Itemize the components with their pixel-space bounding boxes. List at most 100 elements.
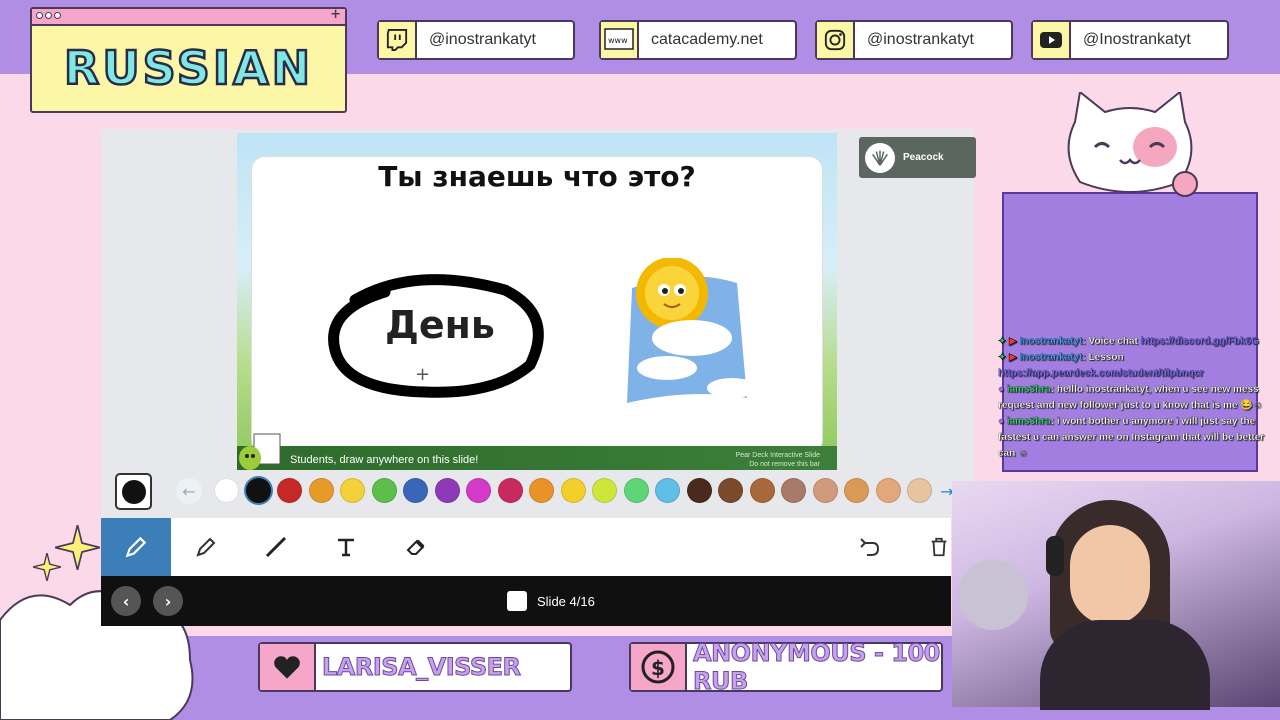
social-label: catacademy.net (651, 31, 763, 48)
social-website: www catacademy.net (599, 20, 797, 60)
instagram-icon (817, 22, 855, 58)
window-dot-icon (36, 12, 43, 19)
window-dot-icon (45, 12, 52, 19)
donation-text: ANONYMOUS - 100 RUB (693, 639, 941, 696)
website-icon: www (601, 22, 639, 58)
chat-message-continued: fastest u can answer me on Instagram tha… (998, 432, 1265, 443)
color-swatch[interactable] (371, 478, 397, 503)
stream-title: RUSSIAN (63, 40, 314, 97)
twitch-icon (379, 22, 417, 58)
webcam-background-object (958, 560, 1028, 630)
follower-name: LARISA_VISSER (322, 653, 522, 682)
social-label: @inostrankatyt (867, 31, 974, 48)
previous-slide-button[interactable]: ‹ (111, 586, 141, 616)
color-swatch[interactable] (718, 478, 743, 503)
chat-text: : i wont bother u anymore i will just sa… (1050, 416, 1256, 427)
chat-link[interactable]: https://discord.gg/Fbk6G (1141, 336, 1260, 347)
title-window: + RUSSIAN (30, 7, 347, 113)
palette-scroll-left-button[interactable]: ← (176, 478, 202, 504)
svg-text:www: www (608, 36, 628, 45)
color-swatch[interactable] (686, 478, 712, 503)
drawing-toolbar (101, 518, 951, 576)
color-swatch[interactable] (245, 478, 271, 503)
youtube-badge-icon: ▶ (1009, 352, 1017, 363)
chat-bubble-icon: ● (998, 384, 1005, 395)
chat-username: iams3hra (1006, 384, 1051, 395)
headset-icon (1046, 536, 1064, 576)
moderator-badge-icon: ✦ (998, 336, 1007, 347)
color-swatch[interactable] (277, 478, 302, 503)
color-swatch[interactable] (340, 478, 365, 503)
color-swatch[interactable] (560, 478, 586, 503)
social-label: @Inostrankatyt (1083, 31, 1191, 48)
color-swatch[interactable] (812, 478, 838, 503)
color-swatch[interactable] (214, 478, 239, 503)
dollar-icon: $ (631, 644, 687, 690)
svg-text:$: $ (651, 656, 665, 680)
window-dot-icon (54, 12, 61, 19)
youtube-badge-icon: ▶ (1009, 336, 1017, 347)
chat-message-continued: request and new follower just to u know … (998, 400, 1263, 411)
crosshair-cursor-icon: + (415, 364, 431, 385)
social-youtube: @Inostrankatyt (1031, 20, 1229, 60)
color-swatch[interactable] (529, 478, 554, 503)
peardeck-prompt-text: Students, draw anywhere on this slide! (290, 454, 479, 466)
color-swatch[interactable] (781, 478, 806, 503)
next-slide-button[interactable]: › (153, 586, 183, 616)
slide-answer-word: День (385, 303, 495, 347)
chat-message-continued: https://app.peardeck.com/student/tilpbnq… (998, 366, 1280, 382)
social-label: @inostrankatyt (429, 31, 536, 48)
title-window-bar: + (32, 7, 345, 26)
pencil-tool-button[interactable] (101, 518, 171, 576)
text-tool-button[interactable] (332, 533, 360, 561)
color-swatch[interactable] (907, 478, 932, 503)
peardeck-note-line: Pear Deck Interactive Slide (735, 452, 820, 459)
chat-message: ✦ ▶ Inostrankatyt: Lesson (998, 350, 1280, 366)
sun-cloud-image (627, 258, 757, 403)
color-swatch[interactable] (592, 478, 617, 503)
chat-messages: ✦ ▶ Inostrankatyt: Voice chat https://di… (998, 334, 1280, 479)
color-swatch[interactable] (623, 478, 649, 503)
color-swatch[interactable] (875, 478, 901, 503)
color-swatch[interactable] (844, 478, 869, 503)
moderator-badge-icon: ✦ (998, 352, 1007, 363)
chat-message: ● iams3hra: helllo inostrankatyt, when u… (998, 382, 1280, 398)
color-swatch[interactable] (434, 478, 460, 503)
current-color-button[interactable] (115, 473, 152, 510)
sparkle-icon (55, 525, 100, 570)
eraser-tool-button[interactable] (402, 533, 430, 561)
peacock-label: Peacock (903, 152, 944, 163)
highlighter-tool-button[interactable] (192, 533, 220, 561)
social-instagram: @inostrankatyt (815, 20, 1013, 60)
chat-link[interactable]: https://app.peardeck.com/student/tilpbnq… (998, 368, 1204, 379)
latest-follower-alert: LARISA_VISSER (258, 642, 572, 692)
trash-button[interactable] (925, 533, 953, 561)
latest-donation-alert: $ ANONYMOUS - 100 RUB (629, 639, 943, 696)
slide-number-label: Slide 4/16 (537, 593, 595, 609)
streamer-body (1040, 620, 1210, 710)
chat-username: iams3hra (1006, 416, 1051, 427)
color-swatch[interactable] (403, 478, 428, 503)
plus-icon: + (330, 7, 341, 22)
color-swatch[interactable] (308, 478, 334, 503)
undo-button[interactable] (855, 533, 883, 561)
peacock-logo-icon (865, 142, 895, 173)
chat-text: : Voice chat (1082, 336, 1141, 347)
chat-username: Inostrankatyt (1019, 336, 1083, 347)
slide-thumbnail-icon (507, 591, 527, 611)
streamer-face (1070, 525, 1150, 625)
current-color-swatch (121, 479, 146, 504)
chat-bubble-icon: ● (998, 416, 1005, 427)
slide-indicator[interactable]: Slide 4/16 (507, 591, 595, 611)
pear-mascot-icon (239, 433, 281, 470)
cat-mascot-icon (1067, 92, 1198, 197)
color-swatch[interactable] (655, 478, 680, 503)
heart-icon (260, 644, 316, 690)
peardeck-note: Pear Deck Interactive Slide Do not remov… (680, 451, 820, 469)
line-tool-button[interactable] (262, 533, 290, 561)
color-swatch[interactable] (749, 478, 775, 503)
color-swatch[interactable] (466, 478, 491, 503)
social-twitch: @inostrankatyt (377, 20, 575, 60)
sparkle-icon (33, 553, 61, 581)
color-swatch[interactable] (497, 478, 523, 503)
